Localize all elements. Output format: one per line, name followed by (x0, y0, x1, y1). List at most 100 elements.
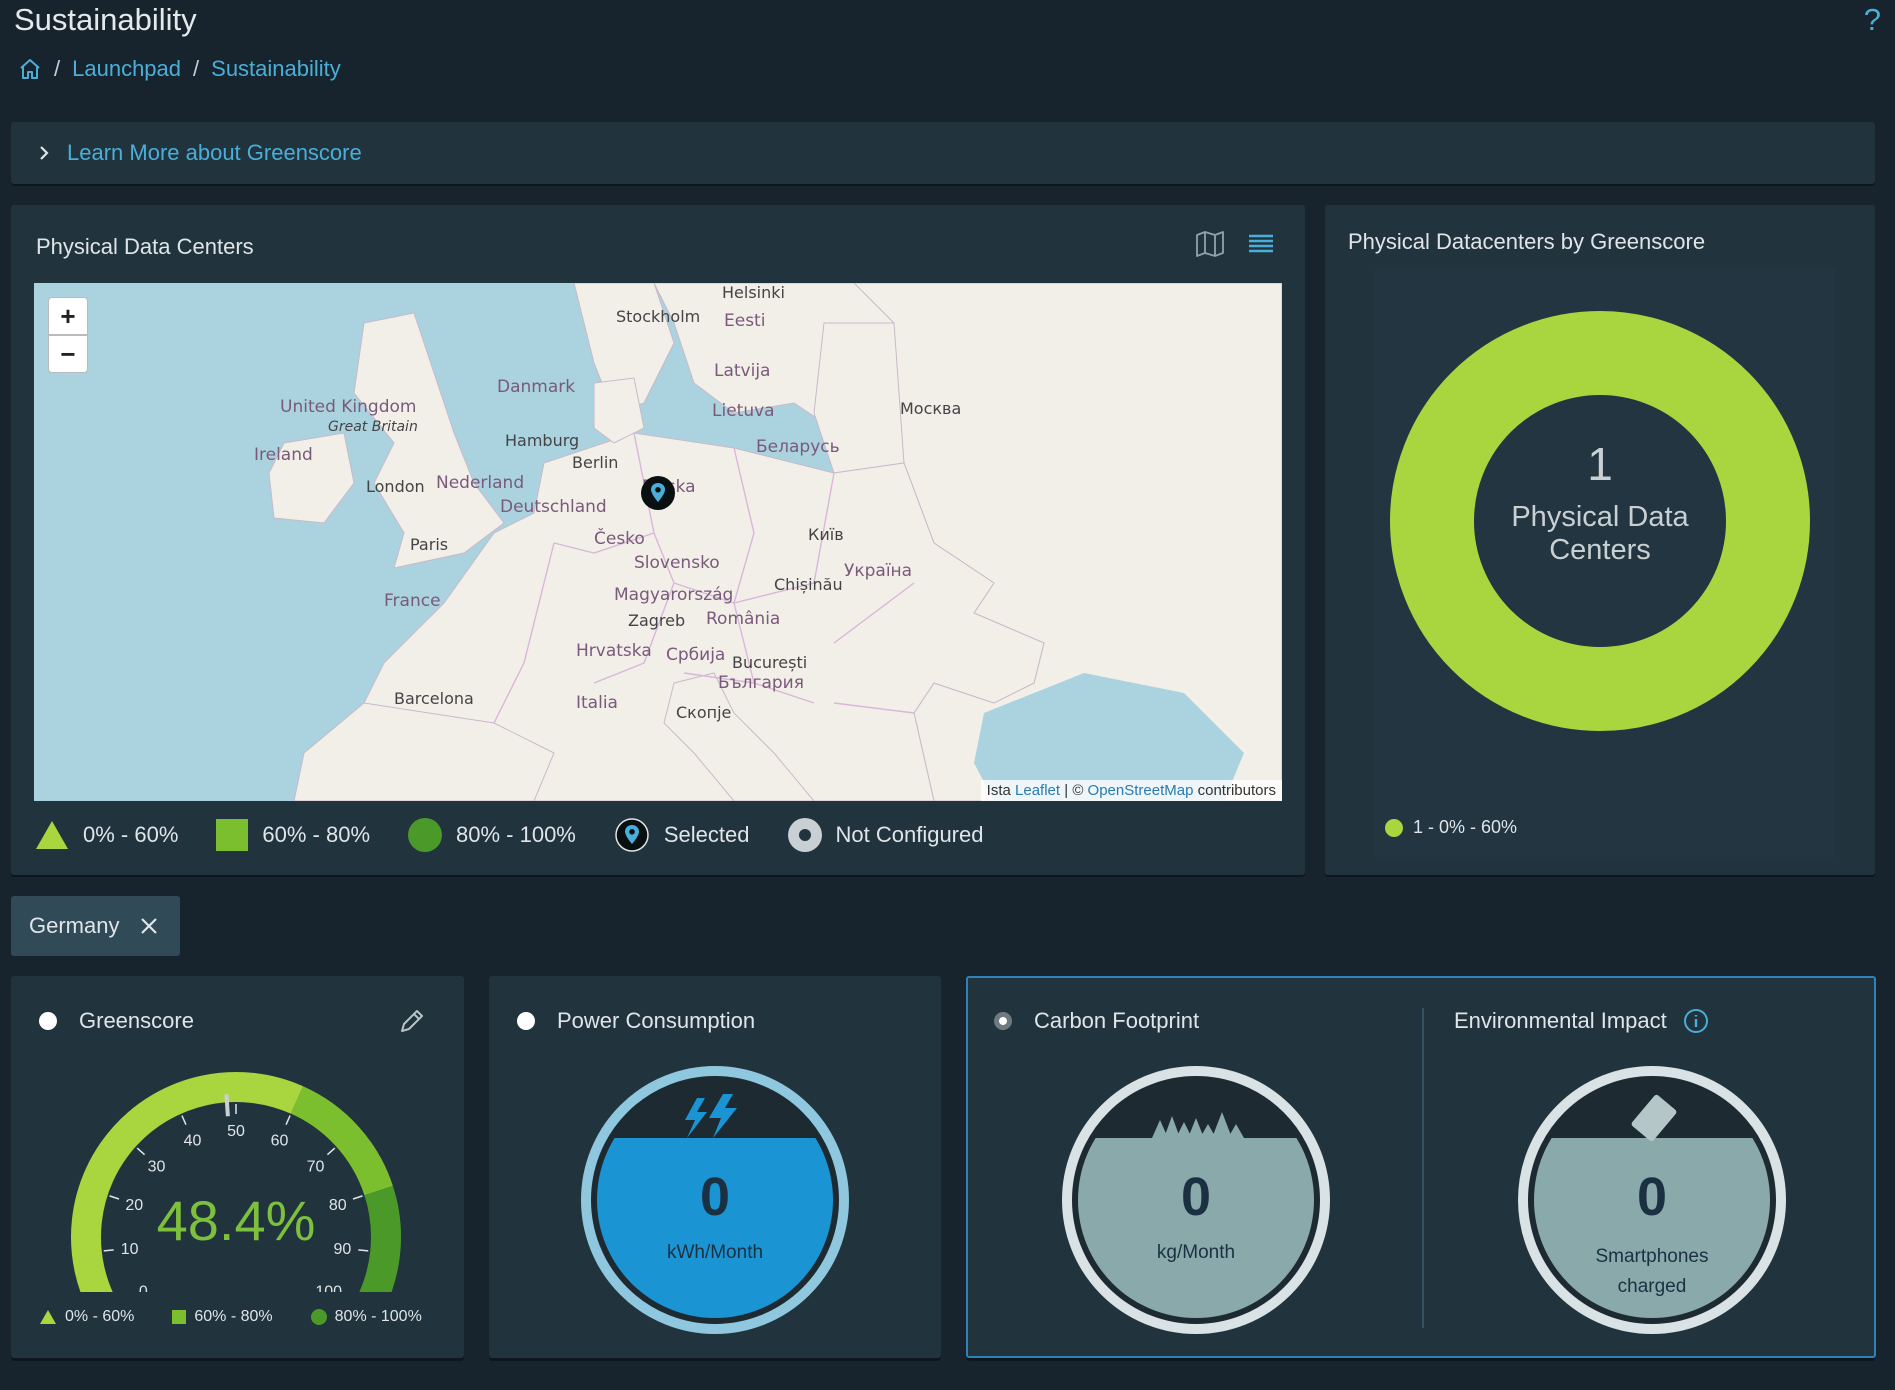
map-label: Москва (900, 399, 962, 418)
physical-data-centers-panel: Physical Data Centers + − Helsinki Stock… (11, 205, 1305, 875)
power-unit: kWh/Month (666, 1242, 764, 1263)
carbon-value: 0 (1180, 1167, 1212, 1227)
gauge-tick-label: 100 (315, 1284, 342, 1293)
panel-title: Physical Datacenters by Greenscore (1348, 229, 1706, 254)
map-label: Latvija (714, 361, 771, 381)
environment-unit: Smartphones charged (1516, 1242, 1788, 1302)
donut-center-label-line: Physical Data (1511, 501, 1689, 533)
carbon-unit: kg/Month (1156, 1242, 1236, 1263)
square-icon (216, 819, 249, 851)
breadcrumb-current[interactable]: Sustainability (211, 56, 341, 82)
triangle-icon (40, 1310, 56, 1324)
attribution-prefix: Ista (986, 782, 1011, 799)
learn-more-link[interactable]: Learn More about Greenscore (67, 140, 362, 166)
map-legend: 0% - 60% 60% - 80% 80% - 100% Selected N… (35, 817, 1021, 853)
map-label: Lietuva (712, 401, 775, 421)
learn-more-bar[interactable]: Learn More about Greenscore (11, 122, 1875, 184)
selected-datacenter-marker[interactable] (640, 475, 676, 511)
card-header: Carbon Footprint (994, 1008, 1199, 1034)
card-divider (1422, 1008, 1424, 1328)
map-label: Stockholm (616, 307, 701, 326)
map-label: Србија (666, 645, 726, 665)
card-header: Greenscore (39, 1008, 194, 1034)
map-label: Nederland (436, 473, 525, 493)
gauge-tick (181, 1115, 187, 1125)
carbon-radio[interactable] (994, 1012, 1012, 1030)
triangle-icon (36, 821, 68, 849)
close-icon[interactable] (139, 916, 159, 936)
greenscore-radio[interactable] (39, 1012, 57, 1030)
legend-item-not-configured: Not Configured (787, 818, 983, 852)
gauge-legend: 0% - 60% 60% - 80% 80% - 100% (39, 1308, 422, 1326)
map-label: Great Britain (328, 419, 418, 435)
breadcrumb-launchpad[interactable]: Launchpad (72, 56, 181, 82)
europe-map[interactable]: + − Helsinki Stockholm Eesti Latvija Dan… (34, 283, 1282, 801)
map-label: Danmark (497, 377, 576, 397)
gauge-tick-label: 30 (148, 1158, 166, 1175)
zoom-in-button[interactable]: + (48, 297, 88, 335)
environment-value: 0 (1636, 1167, 1668, 1227)
legend-label: 1 - 0% - 60% (1413, 817, 1518, 837)
legend-label: 60% - 80% (262, 822, 371, 847)
gauge-tick (136, 1147, 146, 1156)
map-label: Hrvatska (576, 641, 652, 661)
environment-unit-line: Smartphones (1595, 1246, 1709, 1267)
location-pin-icon (615, 818, 649, 852)
power-consumption-card[interactable]: Power Consumption 0 kWh/Month (489, 976, 941, 1358)
map-label: Київ (808, 525, 844, 544)
donut-center-label: Physical Data Centers (1390, 501, 1810, 567)
card-title: Carbon Footprint (1034, 1008, 1200, 1033)
card-title: Environmental Impact (1454, 1008, 1667, 1033)
legend-item-mid: 60% - 80% (216, 819, 370, 851)
gauge-tick-label: 40 (184, 1132, 202, 1149)
map-label: Barcelona (394, 689, 474, 708)
greenscore-card[interactable]: Greenscore 0 10 20 30 40 50 60 70 80 90 100 48.4% … (11, 976, 464, 1358)
donut-legend: 1 - 0% - 60% (1385, 817, 1517, 838)
gauge-band-mid (290, 1086, 393, 1196)
map-label: Hamburg (505, 431, 580, 450)
map-label: Slovensko (634, 553, 720, 573)
openstreetmap-link[interactable]: OpenStreetMap (1088, 782, 1194, 799)
home-icon[interactable] (18, 57, 42, 81)
map-label: London (366, 477, 425, 496)
gauge-band-high (359, 1186, 401, 1292)
card-header: Environmental Impact (1454, 1008, 1709, 1034)
breadcrumb-separator: / (54, 56, 61, 81)
power-radio[interactable] (517, 1012, 535, 1030)
power-value: 0 (699, 1167, 731, 1227)
map-label: Helsinki (722, 283, 785, 302)
edit-icon[interactable] (397, 1006, 427, 1036)
country-filter-chip[interactable]: Germany (11, 896, 180, 956)
attribution-suffix: contributors (1197, 782, 1276, 799)
map-label: Беларусь (756, 437, 840, 457)
gauge-tick (285, 1115, 291, 1125)
map-label: Zagreb (628, 611, 686, 630)
breadcrumb: / Launchpad / Sustainability (18, 56, 341, 82)
donut-center-value: 1 (1587, 438, 1613, 490)
leaflet-link[interactable]: Leaflet (1015, 782, 1060, 799)
breadcrumb-separator: / (193, 56, 200, 81)
map-label: Ireland (254, 445, 313, 465)
map-view-icon[interactable] (1195, 231, 1225, 257)
environment-unit-line: charged (1617, 1276, 1687, 1297)
map-label: Україна (844, 561, 913, 581)
gauge-tick-label: 60 (271, 1132, 289, 1149)
legend-item-low: 0% - 60% (35, 820, 178, 850)
carbon-footprint-card[interactable]: Carbon Footprint 0 kg/Month Environmenta… (966, 976, 1876, 1358)
help-icon[interactable]: ? (1864, 2, 1881, 38)
map-label: București (732, 653, 808, 672)
legend-label: 80% - 100% (334, 1308, 422, 1325)
map-label: France (384, 591, 441, 611)
circle-icon (310, 1309, 327, 1325)
datacenters-by-greenscore-panel: Physical Datacenters by Greenscore 1 Phy… (1325, 205, 1875, 875)
legend-label: Selected (663, 822, 750, 847)
legend-label: 0% - 60% (83, 822, 179, 847)
zoom-out-button[interactable]: − (48, 335, 88, 373)
map-label: Eesti (724, 311, 766, 331)
greenscore-value: 48.4% (156, 1189, 316, 1252)
list-view-icon[interactable] (1247, 231, 1275, 257)
attribution-sep: | © (1064, 782, 1084, 799)
map-label: Chișinău (774, 575, 843, 594)
greenscore-gauge: 0102030405060708090100 (71, 1072, 401, 1293)
info-icon[interactable] (1683, 1008, 1709, 1034)
